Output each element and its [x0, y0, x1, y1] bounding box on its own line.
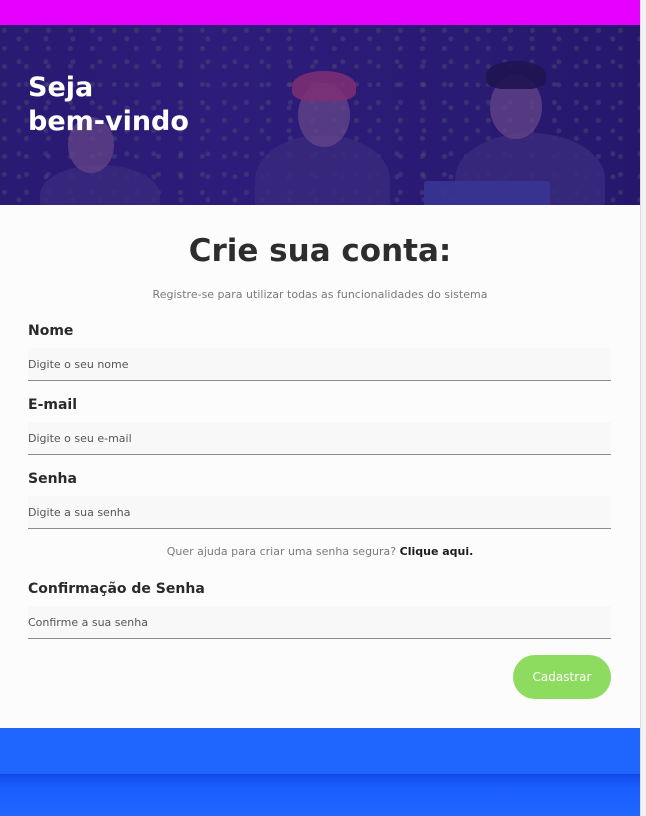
password-label: Senha: [28, 471, 77, 487]
submit-button[interactable]: Cadastrar: [513, 655, 611, 699]
email-label: E-mail: [28, 397, 78, 413]
hero-title-line-2: bem-vindo: [28, 106, 189, 137]
name-input[interactable]: [28, 348, 611, 381]
hero-title-line-1: Seja: [28, 72, 94, 103]
page: Seja bem-vindo Crie sua conta: Registre-…: [0, 0, 640, 816]
password-input[interactable]: [28, 496, 611, 529]
top-accent-bar: [0, 0, 640, 25]
confirm-password-label: Confirmação de Senha: [28, 581, 205, 597]
password-help-link[interactable]: Clique aqui.: [400, 545, 474, 558]
password-help-text: Quer ajuda para criar uma senha segura?: [166, 545, 397, 558]
footer-gradient: [0, 774, 640, 816]
form-subtitle: Registre-se para utilizar todas as funci…: [152, 288, 488, 301]
footer-bar: [0, 728, 640, 774]
name-label: Nome: [28, 323, 74, 339]
hero-welcome-title: Seja bem-vindo: [28, 71, 189, 139]
confirm-password-input[interactable]: [28, 606, 611, 639]
window-right-edge: [640, 0, 646, 816]
password-help: Quer ajuda para criar uma senha segura? …: [0, 545, 640, 558]
email-input[interactable]: [28, 422, 611, 455]
hero-banner: Seja bem-vindo: [0, 25, 640, 205]
signup-form: Crie sua conta: Registre-se para utiliza…: [0, 205, 640, 728]
form-title: Crie sua conta:: [188, 233, 452, 269]
